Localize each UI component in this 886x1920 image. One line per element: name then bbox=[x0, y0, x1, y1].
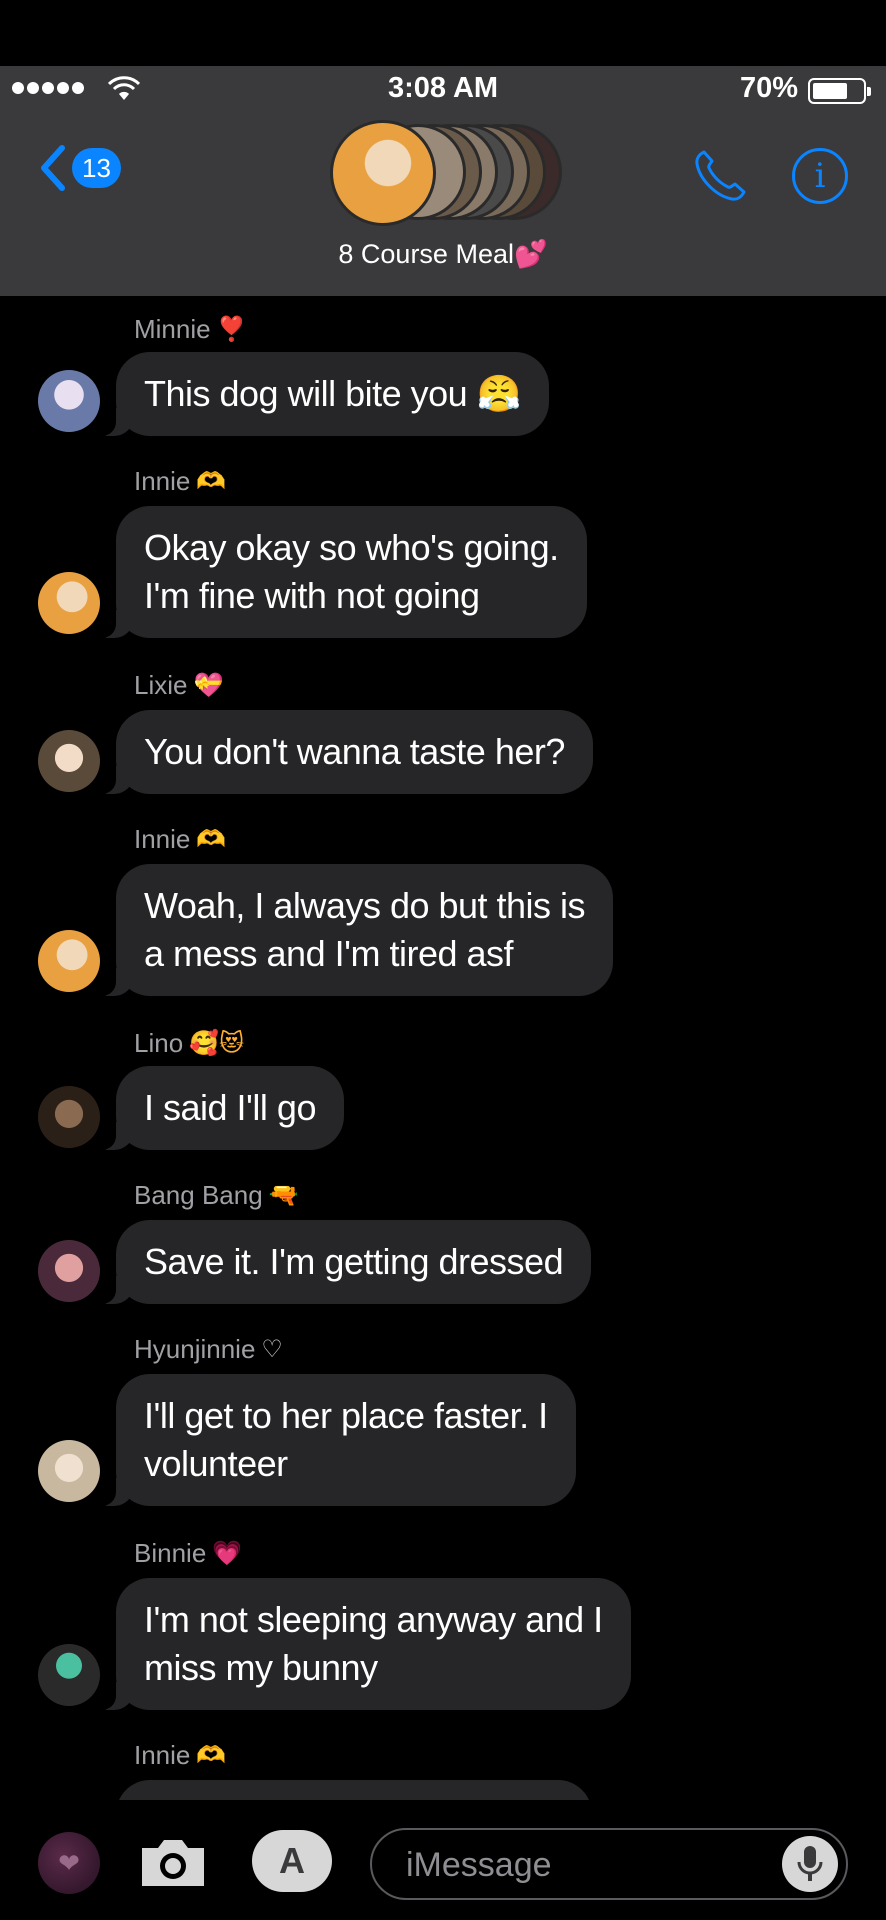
status-bar: 3:08 AM 70% bbox=[0, 66, 886, 116]
message-composer: ❤ A iMessage bbox=[0, 1800, 886, 1920]
sender-avatar bbox=[38, 572, 100, 634]
sender-name: Innie 🫶 bbox=[134, 466, 227, 496]
message-input-placeholder: iMessage bbox=[406, 1846, 552, 1884]
memoji-heart-icon[interactable]: ❤ bbox=[38, 1832, 100, 1894]
battery-icon bbox=[808, 78, 871, 104]
sender-avatar bbox=[38, 370, 100, 432]
battery-percent: 70% bbox=[739, 72, 798, 104]
sender-name: Bang Bang 🔫 bbox=[134, 1180, 299, 1210]
member-avatar bbox=[330, 120, 436, 226]
conversation-header: 3:08 AM 70% 13 8 Course Meal💕 i bbox=[0, 66, 886, 296]
sender-name: Innie 🫶 bbox=[134, 1740, 227, 1770]
message-bubble[interactable]: I'll get to her place faster. Ivolunteer bbox=[96, 1374, 576, 1506]
message-bubble[interactable]: I said I'll go bbox=[96, 1066, 344, 1150]
message-bubble[interactable] bbox=[116, 1780, 592, 1800]
group-name[interactable]: 8 Course Meal💕 bbox=[0, 238, 886, 270]
app-store-icon[interactable]: A bbox=[252, 1830, 332, 1892]
sender-name: Minnie ❣️ bbox=[134, 314, 247, 344]
message-bubble[interactable]: I'm not sleeping anyway and Imiss my bun… bbox=[96, 1578, 631, 1710]
sender-avatar bbox=[38, 1644, 100, 1706]
sender-avatar bbox=[38, 1240, 100, 1302]
group-avatars[interactable] bbox=[330, 120, 562, 226]
message-bubble[interactable]: You don't wanna taste her? bbox=[96, 710, 593, 794]
message-bubble[interactable]: This dog will bite you 😤 bbox=[96, 352, 549, 436]
sender-avatar bbox=[38, 1440, 100, 1502]
top-black-area bbox=[0, 0, 886, 66]
sender-avatar bbox=[38, 730, 100, 792]
camera-icon[interactable] bbox=[138, 1834, 208, 1890]
message-bubble[interactable]: Woah, I always do but this is a mess and … bbox=[95, 864, 614, 996]
sender-name: Innie 🫶 bbox=[134, 824, 227, 854]
sender-name: Binnie 💗 bbox=[134, 1538, 243, 1568]
message-bubble[interactable]: Okay okay so who's going. I'm fine with n… bbox=[96, 506, 587, 638]
sender-avatar bbox=[38, 930, 100, 992]
chevron-left-icon bbox=[41, 145, 65, 191]
message-input[interactable]: iMessage bbox=[370, 1828, 848, 1900]
microphone-icon[interactable] bbox=[782, 1836, 838, 1892]
sender-name: Hyunjinnie ♡ bbox=[134, 1334, 283, 1364]
sender-name: Lino 🥰😻 bbox=[134, 1028, 245, 1058]
phone-icon[interactable] bbox=[690, 146, 750, 206]
message-bubble[interactable]: Save it. I'm getting dressed bbox=[95, 1220, 592, 1304]
sender-avatar bbox=[38, 1086, 100, 1148]
unread-count-badge: 13 bbox=[72, 148, 121, 188]
info-icon[interactable]: i bbox=[792, 148, 848, 204]
back-button[interactable]: 13 bbox=[36, 144, 121, 192]
sender-name: Lixie 💝 bbox=[134, 670, 224, 700]
message-list: Minnie ❣️ This dog will bite you 😤 Innie 🫶… bbox=[0, 296, 886, 1800]
